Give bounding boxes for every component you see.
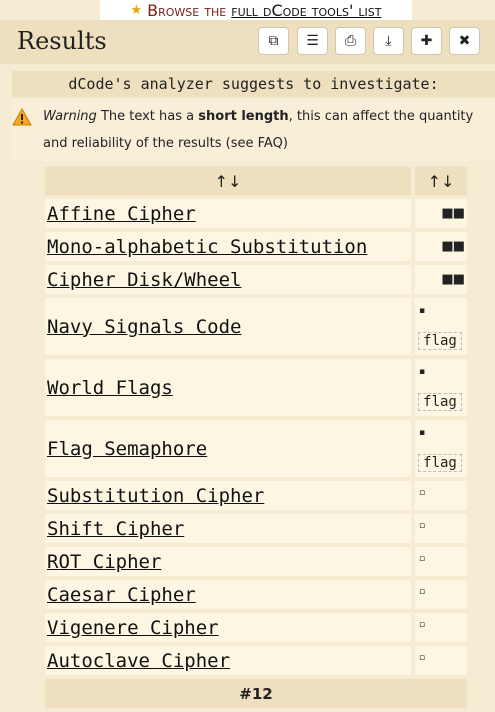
- copy-icon: ⧉: [268, 33, 279, 49]
- score-indicator: ▪: [419, 306, 426, 316]
- score-cell: ▫: [415, 580, 467, 609]
- warning-box: Warning The text has a short length, thi…: [12, 99, 495, 161]
- warning-icon: [12, 108, 32, 126]
- cipher-link[interactable]: Shift Cipher: [45, 514, 411, 543]
- results-header: Results ⧉ ☰ ⎙ ⤓ ✚ ✖: [0, 20, 495, 64]
- warning-pre: The text has a: [100, 109, 195, 124]
- score-cell: ▫: [415, 646, 467, 675]
- cipher-link[interactable]: World Flags: [45, 359, 411, 416]
- cipher-link[interactable]: Mono-alphabetic Substitution: [45, 232, 411, 261]
- pin-button[interactable]: ✚: [411, 27, 442, 55]
- score-cell: ■■: [415, 199, 467, 228]
- score-indicator: ▫: [419, 620, 426, 630]
- browse-tools-banner[interactable]: ★ Browse the full dCode tools' list: [100, 0, 412, 20]
- score-indicator: ▫: [419, 587, 426, 597]
- score-cell: ▪ flag: [415, 298, 467, 355]
- score-indicator: ▫: [419, 521, 426, 531]
- banner-label: Browse the: [147, 0, 227, 20]
- sort-score-header[interactable]: ↑↓: [415, 167, 467, 195]
- sort-name-header[interactable]: ↑↓: [45, 167, 411, 195]
- cipher-link[interactable]: Autoclave Cipher: [45, 646, 411, 675]
- scroll-icon: ☰: [306, 33, 319, 49]
- cipher-link[interactable]: Affine Cipher: [45, 199, 411, 228]
- result-count: #12: [45, 679, 467, 708]
- flag-tag: flag: [418, 393, 462, 411]
- close-button[interactable]: ✖: [449, 27, 480, 55]
- download-icon: ⤓: [385, 33, 392, 49]
- score-indicator: ■■: [441, 272, 465, 287]
- score-cell: ▫: [415, 481, 467, 510]
- score-indicator: ▪: [419, 428, 426, 438]
- score-cell: ▫: [415, 514, 467, 543]
- score-indicator: ■■: [441, 206, 465, 221]
- cipher-link[interactable]: Substitution Cipher: [45, 481, 411, 510]
- score-cell: ■■: [415, 232, 467, 261]
- score-indicator: ▫: [419, 653, 426, 663]
- flag-tag: flag: [418, 332, 462, 350]
- analyzer-suggestion: dCode's analyzer suggests to investigate…: [12, 71, 495, 97]
- warning-label: Warning: [43, 109, 97, 124]
- cipher-link[interactable]: Cipher Disk/Wheel: [45, 265, 411, 294]
- warning-bold: short length: [198, 109, 289, 124]
- page-title: Results: [17, 27, 107, 55]
- score-cell: ▫: [415, 547, 467, 576]
- score-cell: ▪ flag: [415, 420, 467, 477]
- close-icon: ✖: [458, 33, 471, 49]
- score-indicator: ■■: [441, 239, 465, 254]
- pin-icon: ✚: [420, 33, 433, 49]
- flag-tag: flag: [418, 454, 462, 472]
- copy-button[interactable]: ⧉: [258, 27, 289, 55]
- print-icon: ⎙: [344, 33, 357, 49]
- cipher-link[interactable]: Caesar Cipher: [45, 580, 411, 609]
- score-cell: ▫: [415, 613, 467, 642]
- cipher-link[interactable]: ROT Cipher: [45, 547, 411, 576]
- print-button[interactable]: ⎙: [335, 27, 366, 55]
- scroll-button[interactable]: ☰: [297, 27, 328, 55]
- score-cell: ■■: [415, 265, 467, 294]
- score-indicator: ▫: [419, 554, 426, 564]
- score-indicator: ▫: [419, 488, 426, 498]
- tools-list-link[interactable]: full dCode tools' list: [231, 1, 381, 20]
- score-cell: ▪ flag: [415, 359, 467, 416]
- score-indicator: ▪: [419, 367, 426, 377]
- star-icon: ★: [130, 2, 143, 18]
- cipher-link[interactable]: Flag Semaphore: [45, 420, 411, 477]
- cipher-link[interactable]: Vigenere Cipher: [45, 613, 411, 642]
- cipher-link[interactable]: Navy Signals Code: [45, 298, 411, 355]
- download-button[interactable]: ⤓: [373, 27, 404, 55]
- warning-text: Warning The text has a short length, thi…: [43, 103, 491, 157]
